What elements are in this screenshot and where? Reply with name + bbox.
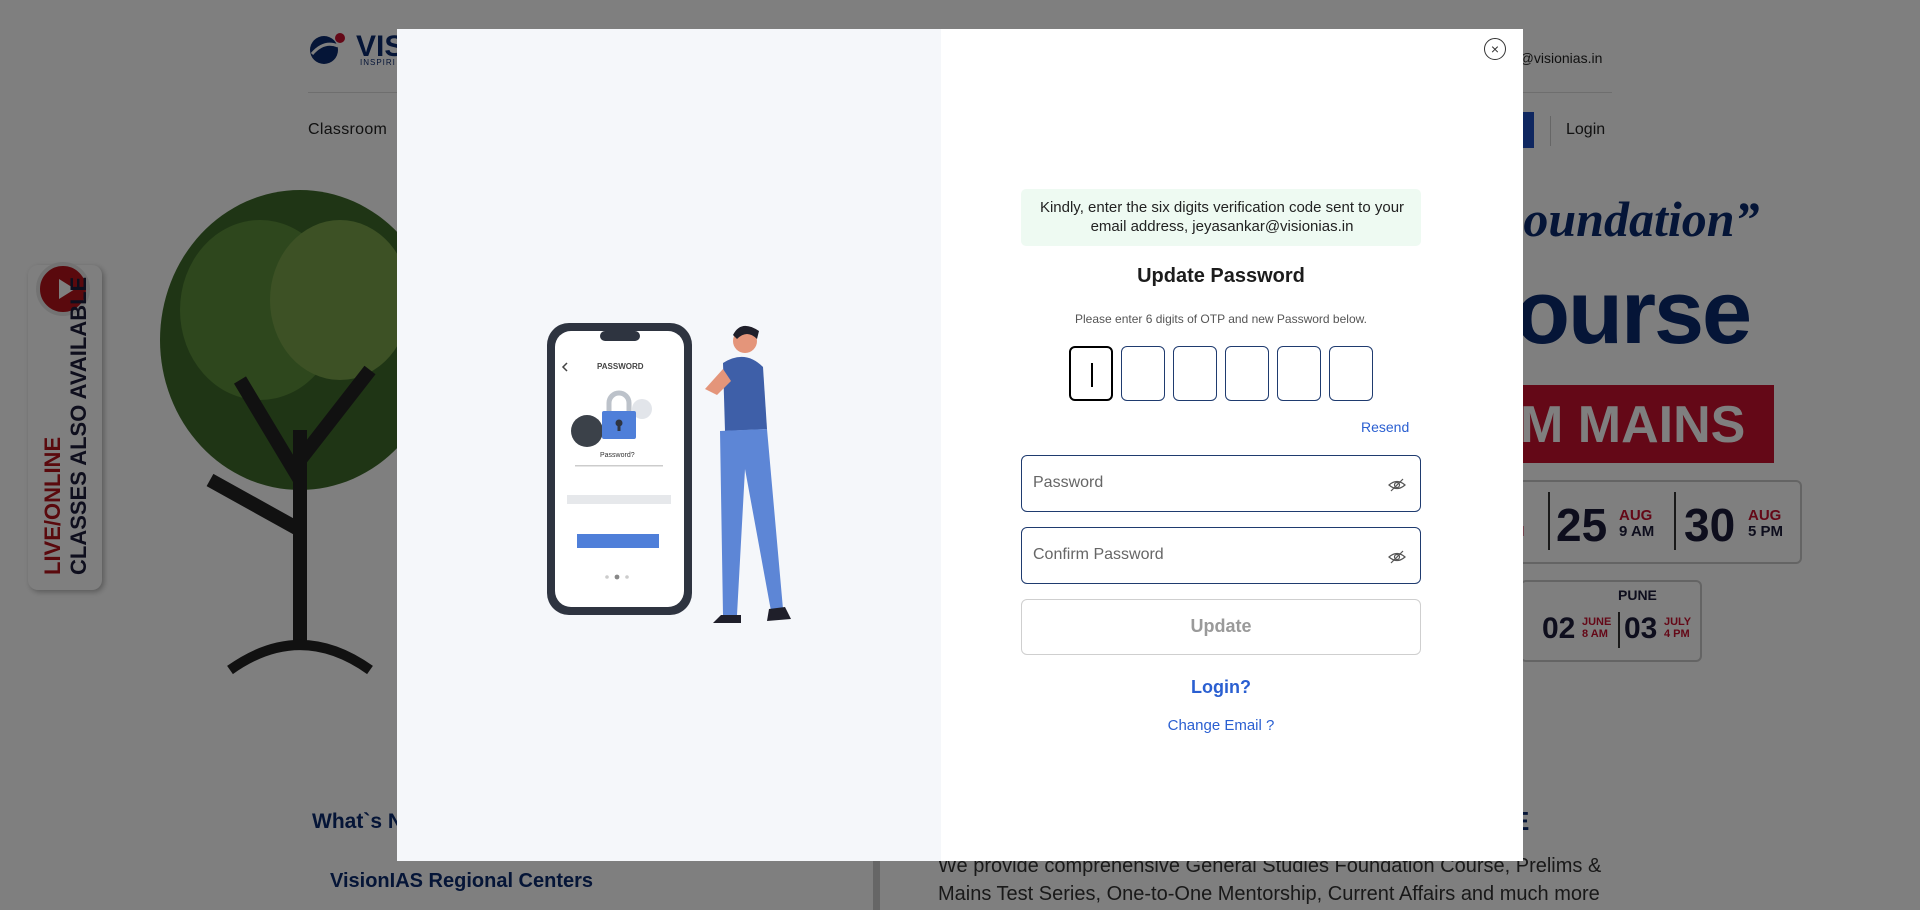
illustration-screen-title: PASSWORD — [597, 362, 644, 371]
otp-digit-4[interactable] — [1225, 346, 1269, 401]
otp-digit-5[interactable] — [1277, 346, 1321, 401]
confirm-password-field[interactable]: Confirm Password — [1021, 527, 1421, 584]
update-password-modal: PASSWORD Password? — [397, 29, 1523, 861]
illustration-screen-caption: Password? — [600, 452, 635, 459]
eye-off-icon[interactable] — [1388, 548, 1406, 566]
phone-password-illustration: PASSWORD Password? — [547, 323, 791, 623]
password-placeholder: Password — [1033, 474, 1104, 491]
otp-digit-2[interactable] — [1121, 346, 1165, 401]
close-icon[interactable]: × — [1484, 38, 1506, 60]
modal-illustration-panel: PASSWORD Password? — [397, 29, 941, 861]
login-link[interactable]: Login? — [1021, 677, 1421, 698]
verification-info-message: Kindly, enter the six digits verificatio… — [1021, 189, 1421, 246]
confirm-password-placeholder: Confirm Password — [1033, 546, 1164, 563]
eye-off-icon[interactable] — [1388, 476, 1406, 494]
otp-input-group — [1069, 346, 1373, 402]
modal-subtitle: Please enter 6 digits of OTP and new Pas… — [1075, 312, 1367, 326]
update-button[interactable]: Update — [1021, 599, 1421, 655]
change-email-link[interactable]: Change Email ? — [1021, 717, 1421, 734]
modal-title: Update Password — [1137, 265, 1305, 287]
password-field[interactable]: Password — [1021, 455, 1421, 512]
otp-digit-3[interactable] — [1173, 346, 1217, 401]
modal-form-panel — [941, 29, 1523, 861]
otp-digit-6[interactable] — [1329, 346, 1373, 401]
otp-digit-1[interactable] — [1069, 346, 1113, 401]
resend-link[interactable]: Resend — [1361, 419, 1409, 435]
